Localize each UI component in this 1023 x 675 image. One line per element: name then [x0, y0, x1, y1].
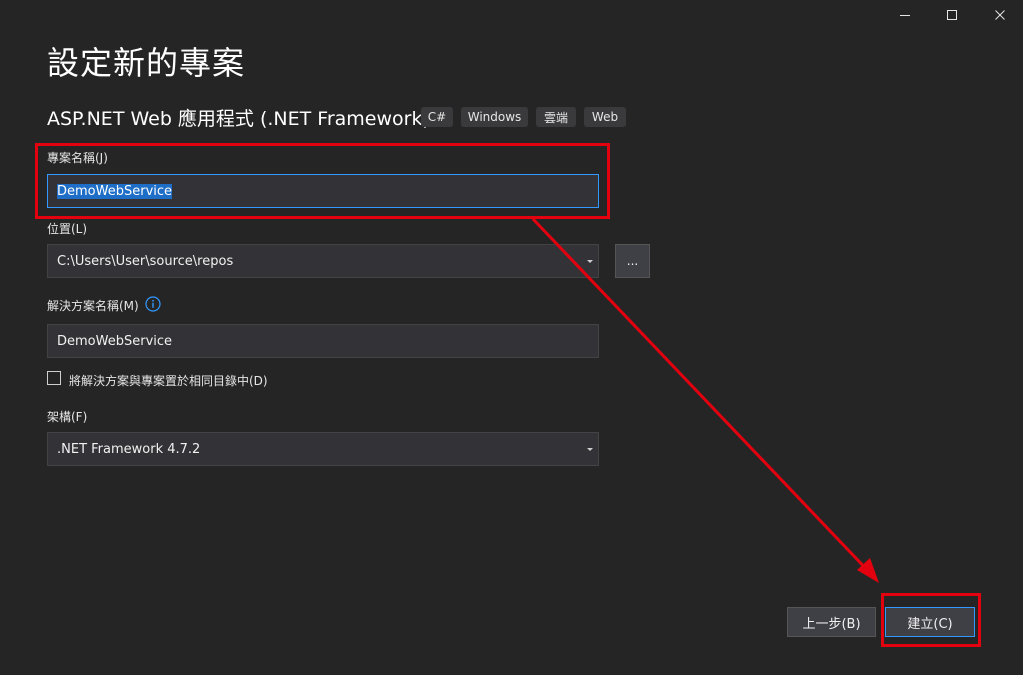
project-name-input[interactable]: DemoWebService — [47, 174, 599, 208]
close-icon — [995, 10, 1005, 20]
page-title: 設定新的專案 — [47, 44, 246, 82]
same-directory-label: 將解決方案與專案置於相同目錄中(D) — [69, 374, 268, 388]
framework-value: .NET Framework 4.7.2 — [57, 441, 201, 457]
tag-web: Web — [584, 107, 626, 127]
maximize-button[interactable] — [929, 0, 975, 30]
project-name-value: DemoWebService — [57, 183, 173, 199]
framework-label: 架構(F) — [47, 410, 88, 424]
close-button[interactable] — [977, 0, 1023, 30]
location-value: C:\Users\User\source\repos — [57, 253, 234, 269]
project-name-label: 專案名稱(J) — [47, 151, 108, 165]
chevron-down-icon — [587, 260, 593, 263]
solution-name-input[interactable]: DemoWebService — [47, 324, 599, 358]
solution-name-label: 解決方案名稱(M) — [47, 299, 139, 313]
solution-name-value: DemoWebService — [57, 333, 173, 349]
browse-button[interactable]: ... — [615, 244, 650, 278]
back-button[interactable]: 上一步(B) — [787, 607, 876, 637]
tag-platform: Windows — [461, 107, 528, 127]
maximize-icon — [947, 10, 957, 20]
tag-cloud: 雲端 — [536, 107, 576, 127]
location-combobox[interactable]: C:\Users\User\source\repos — [47, 244, 599, 278]
create-button[interactable]: 建立(C) — [885, 607, 975, 637]
same-directory-checkbox[interactable] — [47, 371, 61, 385]
tag-language: C# — [421, 107, 453, 127]
framework-dropdown[interactable]: .NET Framework 4.7.2 — [47, 432, 599, 466]
info-icon[interactable] — [145, 296, 161, 312]
template-name: ASP.NET Web 應用程式 (.NET Framework) — [47, 108, 430, 130]
location-label: 位置(L) — [47, 222, 88, 236]
minimize-button[interactable] — [882, 0, 928, 30]
minimize-icon — [900, 15, 910, 16]
chevron-down-icon — [587, 448, 593, 451]
